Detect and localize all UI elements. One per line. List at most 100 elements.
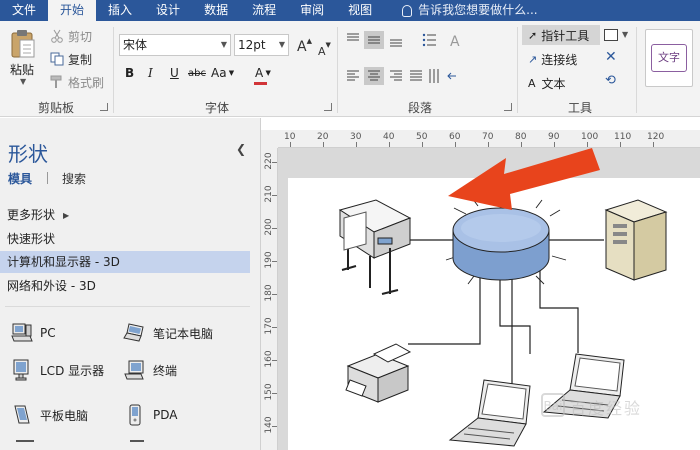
horizontal-ruler: 10 20 30 40 50 60 70 80 90 100 110 120 [278,130,700,148]
connection-point-icon[interactable]: ⟲ [605,73,616,88]
tab-search[interactable]: 搜索 [62,170,86,187]
stencil-network-peripherals-3d[interactable]: 网络和外设 - 3D [0,275,250,297]
change-case-button[interactable]: Aa ▼ [211,66,234,80]
format-painter-icon [50,75,62,88]
decrease-indent-icon[interactable] [447,72,456,80]
shape-item-label: 平板电脑 [40,408,89,423]
shape-style-gallery[interactable]: 文字 [645,29,693,87]
collapse-pane-icon[interactable]: ❮ [236,142,246,156]
shape-item-label: PC [40,326,56,340]
paste-button[interactable]: 粘贴 [10,61,34,78]
change-case-label: Aa [211,66,227,80]
hub-shape[interactable] [452,207,550,281]
align-bottom-icon[interactable] [390,39,402,47]
shape-item-pc[interactable]: PC [10,320,56,346]
annotation-arrow [448,148,600,210]
font-name-select[interactable]: 宋体 ▼ [119,34,231,56]
tab-view[interactable]: 视图 [336,0,384,21]
tab-process[interactable]: 流程 [240,0,288,21]
tab-insert[interactable]: 插入 [96,0,144,21]
server-shape[interactable] [604,199,668,281]
cut-button[interactable]: 剪切 [50,27,92,45]
pointer-tool-button[interactable]: ➚ 指针工具 [522,25,600,45]
ruler-tick [356,142,357,147]
tab-review[interactable]: 审阅 [288,0,336,21]
group-divider [517,27,518,113]
rectangle-shape-button[interactable] [604,29,618,41]
plotter-shape[interactable] [338,199,412,295]
underline-button[interactable]: U [170,66,179,80]
tab-file[interactable]: 文件 [0,0,48,21]
font-size-select[interactable]: 12pt ▼ [234,34,289,56]
ruler-tick-label: 160 [264,350,274,368]
tab-data[interactable]: 数据 [192,0,240,21]
ruler-tick-label: 200 [264,218,274,236]
ruler-tick [272,426,277,427]
stencil-quick-shapes[interactable]: 快速形状 [0,228,250,250]
strikethrough-button[interactable]: abc [188,68,206,79]
font-group-label: 字体 [205,101,230,115]
tab-design[interactable]: 设计 [144,0,192,21]
group-divider [337,27,338,113]
text-direction-icon[interactable] [429,69,439,83]
align-top-icon[interactable] [347,33,359,41]
tab-home[interactable]: 开始 [48,0,97,21]
watermark-text: 百度经验 [570,399,643,418]
bullets-icon[interactable] [422,33,436,47]
justify-icon[interactable] [410,70,422,81]
shape-item-partial[interactable] [130,440,144,450]
text-rotate-icon[interactable]: A [450,34,460,50]
shrink-font-label: A [318,45,326,58]
shrink-font-button[interactable]: A▼ [318,41,331,58]
text-tool-button[interactable]: A 文本 [528,73,566,93]
connector-tool-button[interactable]: ↗ 连接线 [528,49,577,69]
watermark: Bai 百度经验 [540,390,680,420]
paste-icon[interactable] [10,29,36,59]
paragraph-group-label: 段落 [408,101,433,115]
grow-font-button[interactable]: A▲ [297,37,312,55]
font-launcher-icon[interactable] [324,103,332,111]
align-right-icon[interactable] [390,70,402,81]
close-icon[interactable]: ✕ [605,49,617,65]
ruler-tick-label: 120 [647,132,665,142]
ruler-tick-label: 30 [350,132,362,142]
grow-font-label: A [297,39,307,55]
pda-icon [129,404,141,426]
connector-icon: ↗ [528,52,538,66]
shape-item-pda[interactable]: PDA [123,402,177,428]
ruler-tick [554,142,555,147]
shape-item-lcd-monitor[interactable]: LCD 显示器 [10,357,104,383]
menu-bar: 文件 开始 插入 设计 数据 流程 审阅 视图 告诉我您想要做什么... [0,0,700,21]
tell-me-box[interactable]: 告诉我您想要做什么... [384,0,538,21]
font-color-swatch [254,82,267,85]
bold-button[interactable]: B [125,66,134,80]
text-style-sample: 文字 [651,44,687,72]
copy-label: 复制 [68,52,93,67]
chevron-down-icon[interactable]: ▼ [622,30,628,39]
ruler-tick-label: 150 [264,383,274,401]
font-color-button[interactable]: A ▼ [254,66,271,85]
tab-stencils[interactable]: 模具 [8,170,32,187]
paragraph-launcher-icon[interactable] [504,103,512,111]
paste-dropdown-icon[interactable]: ▼ [20,77,26,86]
shape-item-laptop[interactable]: 笔记本电脑 [123,320,213,346]
ruler-tick-label: 190 [264,251,274,269]
stencil-more-shapes[interactable]: 更多形状 ▶ [0,204,250,226]
copy-button[interactable]: 复制 [50,50,92,68]
shape-item-partial[interactable] [16,440,34,450]
italic-button[interactable]: I [148,66,153,80]
laptop-shape[interactable] [448,379,531,447]
printer-shape[interactable] [345,343,412,403]
align-left-icon[interactable] [347,70,359,81]
shape-item-terminal[interactable]: 终端 [123,357,177,383]
clipboard-launcher-icon[interactable] [100,103,108,111]
ruler-tick [653,142,654,147]
shapes-pane-title: 形状 [8,142,48,166]
chevron-down-icon: ▼ [220,40,227,49]
format-painter-button[interactable]: 格式刷 [50,73,104,91]
svg-text:A: A [450,34,460,50]
stencil-computers-monitors-3d[interactable]: 计算机和显示器 - 3D [0,251,250,273]
font-color-label: A [255,66,264,80]
shape-item-tablet[interactable]: 平板电脑 [10,402,88,428]
paragraph-buttons: A [347,31,460,85]
